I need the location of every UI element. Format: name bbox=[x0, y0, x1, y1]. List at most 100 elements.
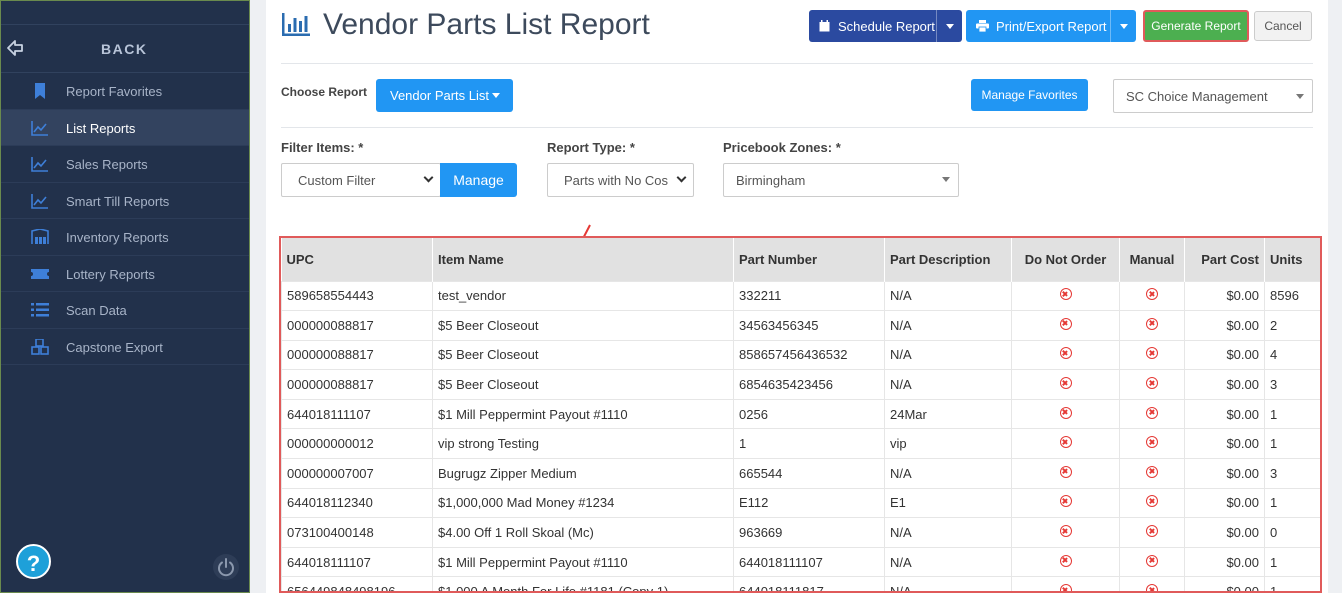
cell-manual bbox=[1119, 428, 1185, 460]
col-header-units[interactable]: Units bbox=[1264, 238, 1320, 281]
col-header-part-description[interactable]: Part Description bbox=[884, 238, 1012, 281]
cell-upc: 656449848498196 bbox=[281, 576, 433, 591]
schedule-report-button[interactable]: Schedule Report bbox=[809, 10, 962, 42]
cell-item-name: $5 Beer Closeout bbox=[432, 369, 734, 400]
filter-items-select[interactable]: Custom Filter bbox=[281, 163, 441, 197]
cell-manual bbox=[1119, 458, 1185, 489]
report-table: UPC Item Name Part Number Part Descripti… bbox=[281, 238, 1320, 591]
x-circle-icon bbox=[1146, 288, 1158, 301]
cell-part-number: 665544 bbox=[733, 458, 885, 489]
table-row[interactable]: 589658554443 test_vendor 332211 N/A $0.00 859… bbox=[281, 280, 1320, 312]
table-row[interactable]: 073100400148 $4.00 Off 1 Roll Skoal (Mc) 9… bbox=[281, 517, 1320, 548]
caret-down-icon bbox=[492, 93, 500, 98]
back-button[interactable]: BACK bbox=[1, 25, 249, 73]
print-dropdown-toggle[interactable] bbox=[1110, 10, 1136, 42]
cell-part-number: 34563456345 bbox=[733, 310, 885, 341]
sidebar-item-sales-reports[interactable]: Sales Reports bbox=[1, 146, 249, 183]
choose-report-dropdown[interactable]: Vendor Parts List bbox=[376, 79, 513, 112]
caret-down-icon bbox=[942, 177, 950, 182]
x-circle-icon bbox=[1059, 347, 1072, 360]
cell-item-name: test_vendor bbox=[432, 280, 734, 312]
cell-part-number: 0256 bbox=[733, 398, 885, 430]
cell-part-number: 6854635423456 bbox=[733, 369, 885, 400]
cell-part-cost: $0.00 bbox=[1184, 310, 1265, 341]
x-circle-icon bbox=[1146, 525, 1158, 538]
cell-do-not-order bbox=[1011, 546, 1120, 578]
cell-units: 1 bbox=[1264, 428, 1320, 460]
sidebar-item-lottery-reports[interactable]: Lottery Reports bbox=[1, 256, 249, 292]
col-header-manual[interactable]: Manual bbox=[1119, 238, 1185, 281]
cell-do-not-order bbox=[1011, 339, 1120, 371]
sidebar-item-inventory-reports[interactable]: Inventory Reports bbox=[1, 219, 249, 256]
table-row[interactable]: 000000000012 vip strong Testing 1 vip $0.00 1 bbox=[281, 428, 1320, 460]
table-row[interactable]: 656449848498196 $1,000 A Month For Life #… bbox=[281, 576, 1320, 591]
table-row[interactable]: 644018111107 $1 Mill Peppermint Payout #1… bbox=[281, 546, 1320, 578]
cell-units: 3 bbox=[1264, 458, 1320, 489]
sidebar-item-report-favorites[interactable]: Report Favorites bbox=[1, 73, 249, 110]
cell-manual bbox=[1119, 517, 1185, 548]
cell-part-number: 644018111817 bbox=[733, 576, 885, 591]
report-type-select[interactable]: Parts with No Cos bbox=[547, 163, 694, 197]
power-button[interactable] bbox=[213, 554, 239, 580]
cell-units: 2 bbox=[1264, 310, 1320, 341]
list-icon bbox=[31, 302, 49, 318]
col-header-part-cost[interactable]: Part Cost bbox=[1184, 238, 1265, 281]
sidebar-item-label: Smart Till Reports bbox=[66, 193, 170, 209]
sidebar-item-capstone-export[interactable]: Capstone Export bbox=[1, 329, 249, 365]
manage-favorites-button[interactable]: Manage Favorites bbox=[971, 79, 1088, 111]
manage-filter-button[interactable]: Manage bbox=[440, 163, 517, 197]
col-header-part-number[interactable]: Part Number bbox=[733, 238, 885, 281]
table-row[interactable]: 644018112340 $1,000,000 Mad Money #1234 E1… bbox=[281, 487, 1320, 519]
chart-line-icon bbox=[31, 193, 49, 209]
print-export-button[interactable]: Print/Export Report bbox=[966, 10, 1136, 42]
cell-part-description: N/A bbox=[884, 458, 1012, 489]
cell-part-description: N/A bbox=[884, 369, 1012, 400]
table-row[interactable]: 644018111107 $1 Mill Peppermint Payout #1… bbox=[281, 398, 1320, 430]
cell-do-not-order bbox=[1011, 398, 1120, 430]
col-header-do-not-order[interactable]: Do Not Order bbox=[1011, 238, 1120, 281]
sidebar-item-label: Sales Reports bbox=[66, 157, 148, 172]
x-circle-icon bbox=[1059, 495, 1072, 508]
table-row[interactable]: 000000088817 $5 Beer Closeout 34563456345 N… bbox=[281, 310, 1320, 341]
cell-do-not-order bbox=[1011, 458, 1120, 489]
back-label: BACK bbox=[101, 41, 148, 57]
sidebar-item-label: List Reports bbox=[66, 120, 136, 136]
cell-units: 8596 bbox=[1264, 280, 1320, 312]
table-row[interactable]: 000000088817 $5 Beer Closeout 858657456436… bbox=[281, 339, 1320, 371]
cell-upc: 000000088817 bbox=[281, 310, 433, 341]
caret-down-icon bbox=[946, 24, 954, 29]
cell-units: 1 bbox=[1264, 576, 1320, 591]
company-select[interactable]: SC Choice Management bbox=[1113, 79, 1313, 113]
cell-part-cost: $0.00 bbox=[1184, 487, 1265, 519]
ticket-icon bbox=[31, 266, 49, 282]
cubes-icon bbox=[31, 337, 49, 355]
sidebar-item-smart-till-reports[interactable]: Smart Till Reports bbox=[1, 183, 249, 219]
pricebook-zones-value: Birmingham bbox=[736, 173, 806, 188]
cell-part-cost: $0.00 bbox=[1184, 339, 1265, 371]
generate-report-button[interactable]: Generate Report bbox=[1143, 10, 1249, 42]
table-row[interactable]: 000000088817 $5 Beer Closeout 685463542345… bbox=[281, 369, 1320, 400]
cell-manual bbox=[1119, 546, 1185, 578]
table-row[interactable]: 000000007007 Bugrugz Zipper Medium 665544 N… bbox=[281, 458, 1320, 489]
col-header-upc[interactable]: UPC bbox=[281, 238, 433, 281]
report-table-container: UPC Item Name Part Number Part Descripti… bbox=[279, 236, 1322, 593]
table-header-row: UPC Item Name Part Number Part Descripti… bbox=[281, 238, 1320, 281]
cell-part-description: E1 bbox=[884, 487, 1012, 519]
pricebook-zones-select[interactable]: Birmingham bbox=[723, 163, 959, 197]
x-circle-icon bbox=[1059, 465, 1072, 478]
cancel-button[interactable]: Cancel bbox=[1254, 11, 1312, 41]
header-divider bbox=[281, 63, 1313, 64]
cell-part-number: E112 bbox=[733, 487, 885, 519]
sidebar-item-scan-data[interactable]: Scan Data bbox=[1, 292, 249, 329]
col-header-item-name[interactable]: Item Name bbox=[432, 238, 734, 281]
help-button[interactable]: ? bbox=[16, 544, 51, 579]
cell-item-name: $1 Mill Peppermint Payout #1110 bbox=[432, 546, 734, 578]
cell-upc: 000000088817 bbox=[281, 339, 433, 371]
sidebar-item-list-reports[interactable]: List Reports bbox=[1, 109, 249, 146]
choose-report-value: Vendor Parts List bbox=[390, 88, 489, 103]
caret-down-icon bbox=[1296, 94, 1304, 99]
schedule-dropdown-toggle[interactable] bbox=[936, 10, 962, 42]
bar-chart-icon bbox=[282, 13, 310, 36]
filter-items-value: Custom Filter bbox=[298, 173, 376, 188]
cell-part-description: vip bbox=[884, 428, 1012, 460]
